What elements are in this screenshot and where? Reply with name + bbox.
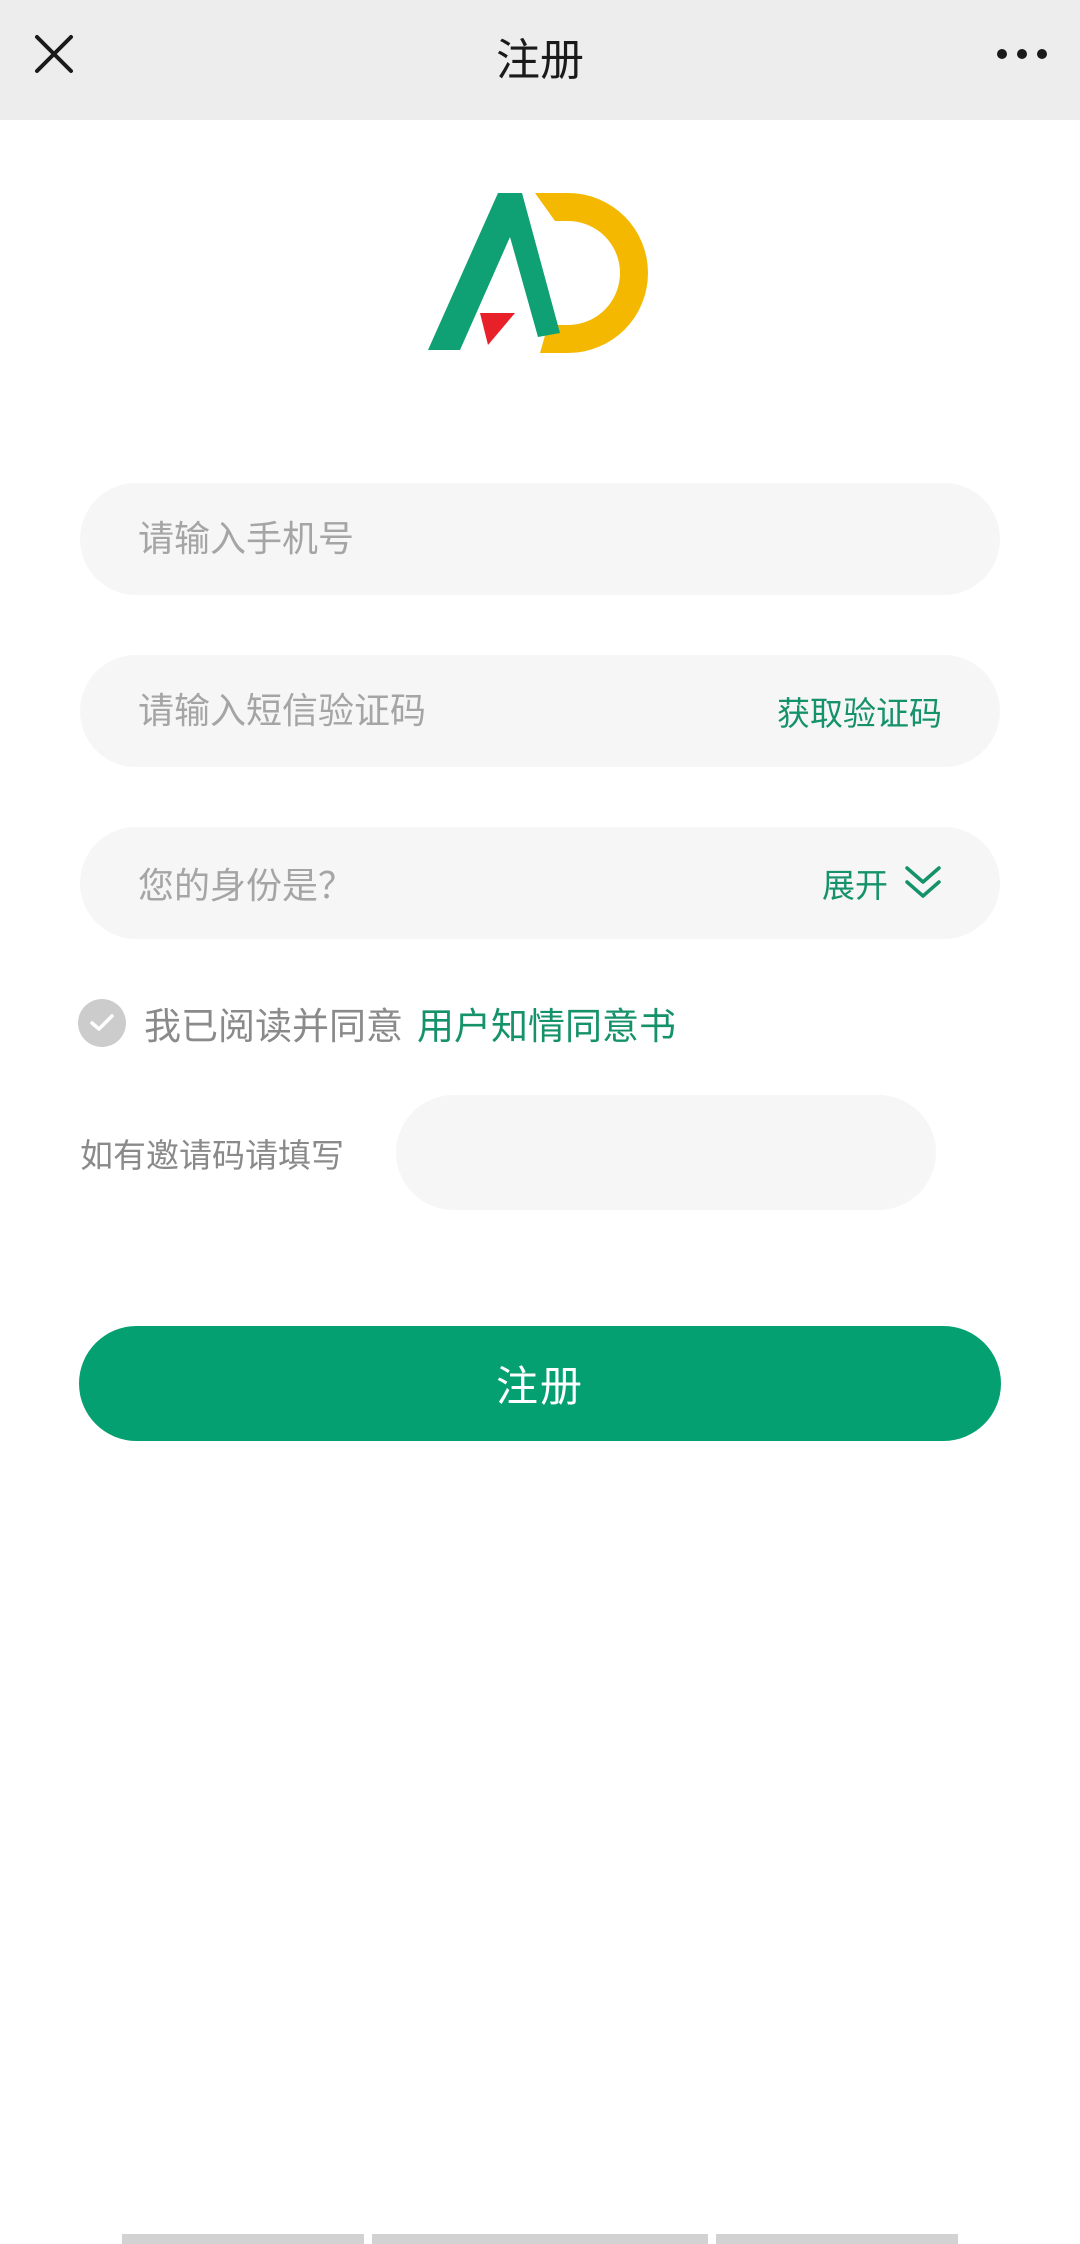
chevron-double-down-icon xyxy=(905,866,941,898)
bottom-bar-right xyxy=(716,2234,958,2244)
agreement-checkbox[interactable] xyxy=(78,999,126,1047)
agreement-link[interactable]: 用户知情同意书 xyxy=(417,996,676,1050)
phone-field[interactable] xyxy=(80,483,1000,595)
role-select[interactable]: 您的身份是？ 展开 xyxy=(80,827,1000,939)
sms-code-field[interactable]: 获取验证码 xyxy=(80,655,1000,767)
get-code-button[interactable]: 获取验证码 xyxy=(777,687,942,735)
sms-code-input[interactable] xyxy=(138,690,777,732)
page-title: 注册 xyxy=(496,35,584,86)
agreement-row: 我已阅读并同意 用户知情同意书 xyxy=(78,998,676,1048)
role-placeholder: 您的身份是？ xyxy=(138,866,355,907)
bottom-bar-left xyxy=(122,2234,364,2244)
bottom-bar-center xyxy=(372,2234,708,2244)
register-page: 注册 获取验证码 您的身份是？ 展开 xyxy=(0,0,1080,2244)
ad-logo xyxy=(428,193,648,353)
more-button[interactable] xyxy=(990,26,1054,82)
expand-label: 展开 xyxy=(822,866,888,905)
register-button[interactable]: 注册 xyxy=(79,1326,1001,1441)
more-dots-icon xyxy=(997,49,1047,59)
invite-label: 如有邀请码请填写 xyxy=(80,1136,344,1175)
top-bar: 注册 xyxy=(0,0,1080,120)
agreement-text: 我已阅读并同意 xyxy=(144,1005,403,1048)
invite-field[interactable] xyxy=(396,1095,936,1210)
expand-button[interactable]: 展开 xyxy=(822,859,942,907)
phone-input[interactable] xyxy=(138,518,942,560)
check-icon xyxy=(90,1014,114,1031)
invite-input[interactable] xyxy=(436,1132,896,1173)
